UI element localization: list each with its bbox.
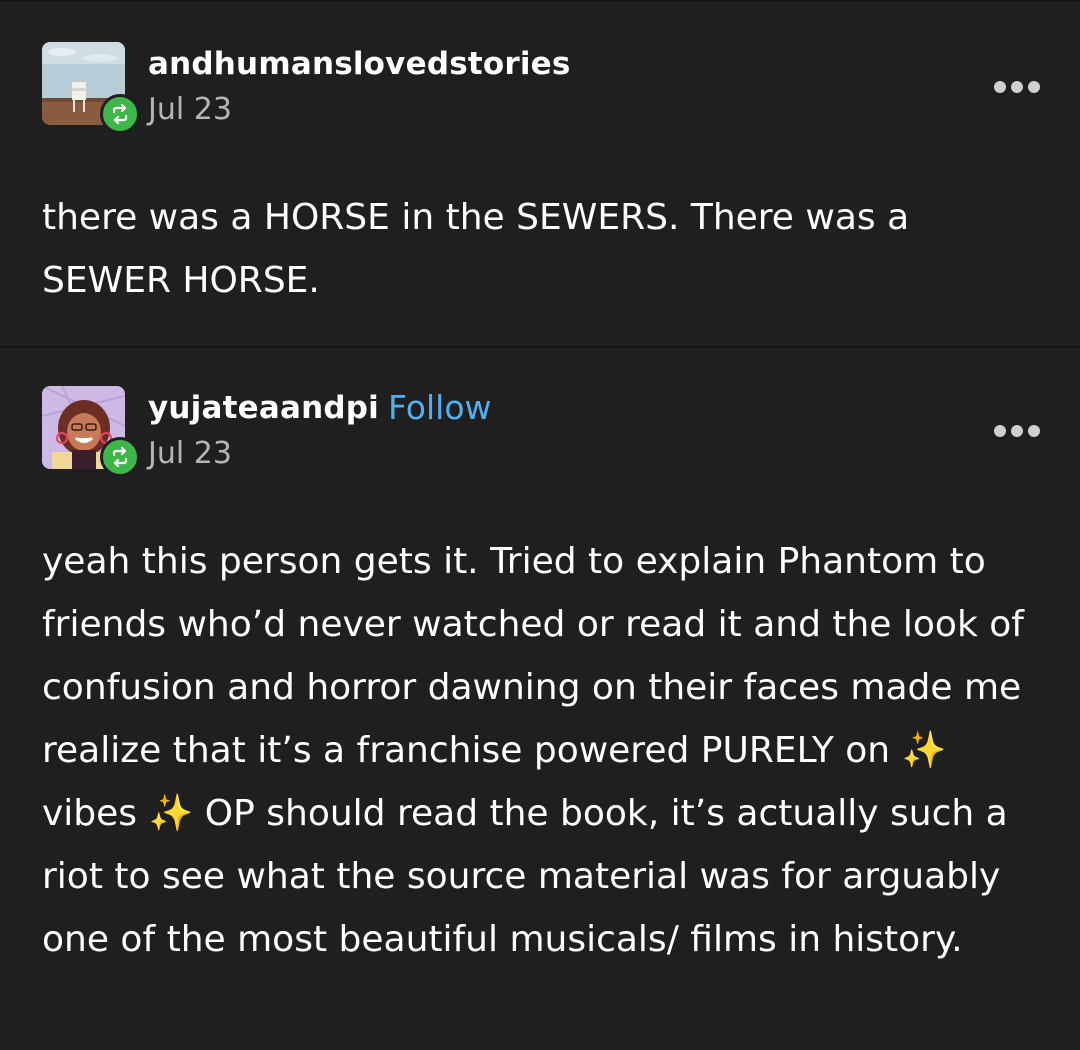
dot	[1011, 425, 1023, 437]
post-date[interactable]: Jul 23	[148, 92, 232, 127]
reblog-badge	[100, 94, 140, 134]
post-body: there was a HORSE in the SEWERS. There w…	[42, 197, 910, 301]
dot	[994, 81, 1006, 93]
username[interactable]: andhumanslovedstories	[148, 46, 571, 82]
dot	[994, 425, 1006, 437]
post-body: yeah this person gets it. Tried to expla…	[42, 541, 1024, 960]
post-date[interactable]: Jul 23	[148, 436, 232, 471]
more-options-icon[interactable]	[994, 424, 1040, 438]
dot	[1011, 81, 1023, 93]
more-options-icon[interactable]	[994, 80, 1040, 94]
reblog-post-1: andhumanslovedstories Jul 23 there was a…	[0, 0, 1080, 346]
reblog-icon	[112, 104, 128, 124]
reblog-icon	[112, 447, 128, 467]
dot	[1028, 425, 1040, 437]
reblog-post-2: yujateaandpi Follow Jul 23 yeah this per…	[0, 346, 1080, 1050]
dot	[1028, 81, 1040, 93]
username[interactable]: yujateaandpi	[148, 390, 379, 426]
reblog-badge	[100, 437, 140, 477]
follow-button[interactable]: Follow	[388, 388, 492, 427]
